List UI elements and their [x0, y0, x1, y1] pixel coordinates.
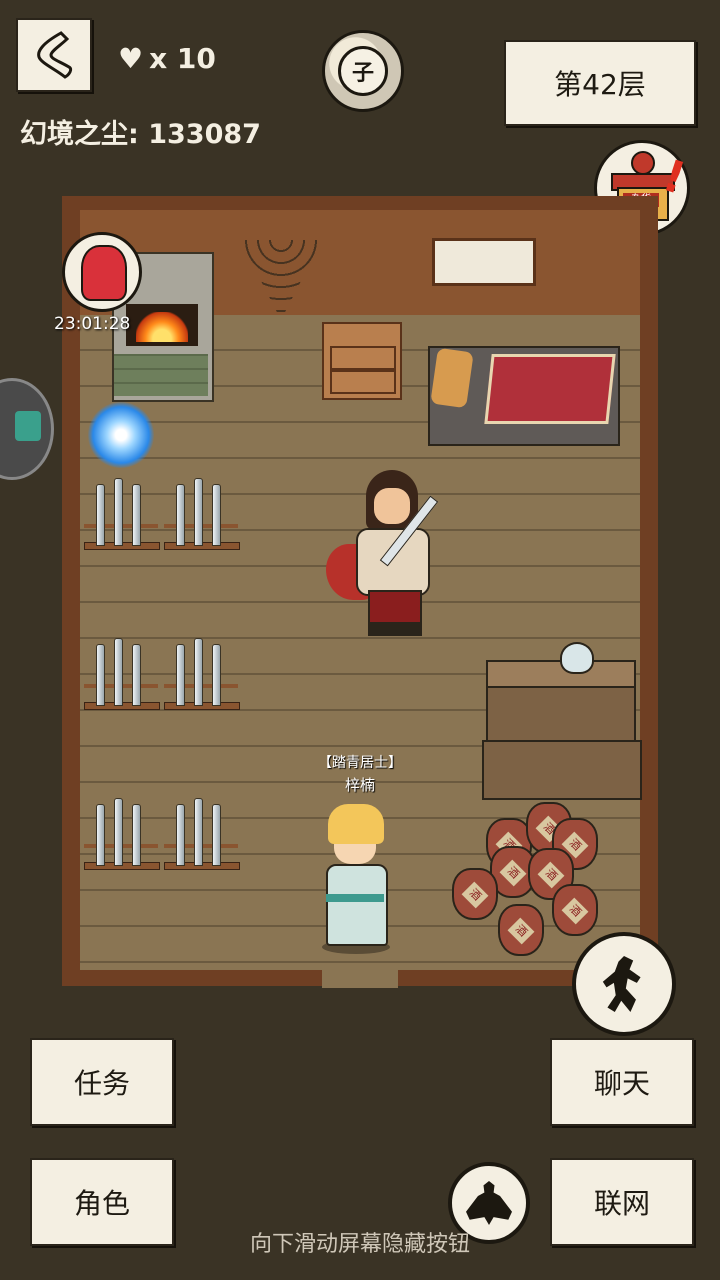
run-icon [602, 956, 641, 1012]
gift-bag-icon[interactable] [62, 232, 142, 312]
weapon-rack[interactable] [84, 478, 160, 556]
dresser-drawer [330, 346, 396, 370]
tea-table[interactable] [486, 660, 636, 742]
bed-blanket [484, 354, 616, 424]
back-button[interactable] [16, 18, 92, 92]
weapon-rack[interactable] [164, 798, 240, 876]
floor-indicator[interactable]: 第42层 [504, 40, 696, 126]
wine-jar[interactable]: 酒 [498, 904, 544, 956]
wooden-bench[interactable] [482, 740, 642, 800]
chat-button[interactable]: 聊天 [550, 1038, 694, 1126]
dust-label: 幻境之尘: [20, 119, 139, 150]
bed[interactable] [428, 346, 620, 446]
dust-value: 133087 [148, 119, 261, 150]
wine-jar[interactable]: 酒 [552, 884, 598, 936]
hide-buttons-hint: 向下滑动屏幕隐藏按钮 [249, 1232, 470, 1257]
player-name: 梓楠 [344, 776, 375, 794]
wine-jar[interactable]: 酒 [452, 868, 498, 920]
dresser-drawer [330, 370, 396, 394]
time-char: 子 [338, 46, 388, 96]
weapon-rack[interactable] [84, 798, 160, 876]
back-chevron-icon [37, 31, 73, 79]
run-button[interactable] [572, 932, 676, 1036]
weapon-rack[interactable] [164, 478, 240, 556]
heart-icon: ♥ [118, 42, 144, 75]
gift-timer: 23:01:28 [54, 314, 131, 334]
room-doorway[interactable] [322, 966, 398, 988]
portal-icon[interactable] [88, 402, 154, 468]
weapon-rack[interactable] [84, 638, 160, 716]
task-button[interactable]: 任务 [30, 1038, 174, 1126]
fireplace-base [114, 354, 208, 396]
fire-icon [136, 312, 188, 342]
dust-currency: 幻境之尘: 133087 [20, 112, 261, 151]
coin-ornament [631, 151, 655, 175]
player-character[interactable] [316, 800, 394, 956]
meditate-icon [466, 1181, 512, 1225]
side-panel-tab[interactable] [0, 378, 54, 480]
weapon-rack[interactable] [164, 638, 240, 716]
side-panel-icon [15, 411, 41, 441]
player-title: 【踏青居士】 [318, 755, 402, 771]
warrior-npc[interactable] [326, 470, 450, 640]
time-emblem-icon[interactable]: 子 [322, 30, 404, 112]
wall-window [432, 238, 536, 286]
bed-pillow [430, 347, 474, 409]
lives-counter: ♥ x 10 [118, 42, 216, 75]
teapot-icon [560, 642, 594, 674]
lives-count: x 10 [149, 42, 216, 75]
dresser[interactable] [322, 322, 402, 400]
